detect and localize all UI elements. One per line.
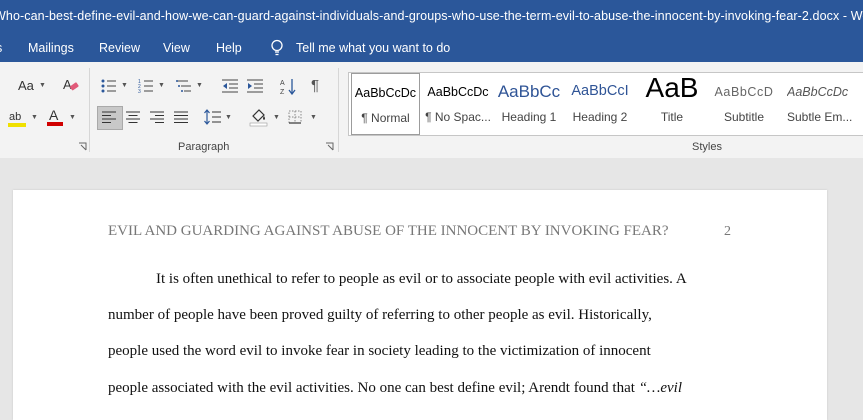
numbering-icon[interactable]: 1 2 3 xyxy=(138,78,154,94)
shading-icon[interactable] xyxy=(249,107,269,127)
multilevel-list-icon[interactable] xyxy=(176,78,192,94)
chevron-down-icon[interactable]: ▼ xyxy=(196,82,203,89)
lightbulb-icon xyxy=(271,39,283,56)
align-center-icon[interactable] xyxy=(126,111,140,123)
menu-bar: s Mailings Review View Help Tell me what… xyxy=(0,34,863,62)
page-number: 2 xyxy=(724,224,731,239)
style-heading-1[interactable]: AaBbCc Heading 1 xyxy=(497,73,561,135)
title-bar: Who-can-best-define-evil-and-how-we-can-… xyxy=(0,0,863,34)
sort-icon[interactable]: A Z xyxy=(280,77,296,95)
paragraph-line[interactable]: people used the word evil to invoke fear… xyxy=(108,343,651,360)
group-separator xyxy=(89,68,90,152)
align-right-icon[interactable] xyxy=(150,111,164,123)
running-header[interactable]: EVIL AND GUARDING AGAINST ABUSE OF THE I… xyxy=(108,223,669,240)
chevron-down-icon[interactable]: ▼ xyxy=(310,114,317,121)
style-label: Title xyxy=(660,110,684,124)
paragraph-line[interactable]: people associated with the evil activiti… xyxy=(108,380,682,397)
style-preview: AaBbCcI xyxy=(571,83,629,99)
paragraph-line[interactable]: It is often unethical to refer to people… xyxy=(156,271,687,288)
svg-text:Z: Z xyxy=(280,89,285,95)
decrease-indent-icon[interactable] xyxy=(221,78,239,94)
window-title: Who-can-best-define-evil-and-how-we-can-… xyxy=(0,9,863,23)
svg-text:A: A xyxy=(280,80,285,87)
chevron-down-icon[interactable]: ▼ xyxy=(225,114,232,121)
tab-mailings[interactable]: Mailings xyxy=(28,41,74,55)
svg-text:ab: ab xyxy=(9,111,21,123)
chevron-down-icon[interactable]: ▼ xyxy=(158,82,165,89)
chevron-down-icon[interactable]: ▼ xyxy=(39,82,46,89)
quotation-text: “…evil xyxy=(638,380,683,396)
chevron-down-icon[interactable]: ▼ xyxy=(121,82,128,89)
chevron-down-icon[interactable]: ▼ xyxy=(31,114,38,121)
bullets-icon[interactable] xyxy=(101,78,117,94)
style-label: Heading 2 xyxy=(572,110,628,124)
styles-gallery: AaBbCcDc ¶ Normal AaBbCcDc ¶ No Spac... … xyxy=(348,72,863,136)
style-preview: AaBbCcDc xyxy=(787,85,849,99)
dialog-launcher-icon[interactable] xyxy=(78,142,87,151)
increase-indent-icon[interactable] xyxy=(246,78,264,94)
style-preview: AaBbCcDc xyxy=(354,86,417,100)
style-preview: AaB xyxy=(645,73,699,103)
style-label: Heading 1 xyxy=(501,110,557,124)
style-label: Subtitle xyxy=(723,110,765,124)
paragraph-text: people associated with the evil activiti… xyxy=(108,380,635,396)
justify-icon[interactable] xyxy=(174,111,188,123)
style-title[interactable]: AaB Title xyxy=(637,73,707,135)
svg-text:3: 3 xyxy=(138,89,141,94)
style-normal[interactable]: AaBbCcDc ¶ Normal xyxy=(351,73,420,135)
style-label: Subtle Em... xyxy=(787,110,853,124)
document-page[interactable]: EVIL AND GUARDING AGAINST ABUSE OF THE I… xyxy=(13,190,827,420)
style-label: ¶ Normal xyxy=(361,111,410,125)
group-separator xyxy=(338,68,339,152)
line-spacing-icon[interactable] xyxy=(204,108,222,126)
borders-icon[interactable] xyxy=(288,110,302,124)
font-color-icon[interactable]: A xyxy=(46,107,64,127)
menu-tab-partial[interactable]: s xyxy=(0,41,2,55)
svg-text:A: A xyxy=(49,107,59,123)
align-left-icon xyxy=(102,111,116,123)
chevron-down-icon[interactable]: ▼ xyxy=(69,114,76,121)
style-preview: AaBbCcD xyxy=(714,85,774,99)
tell-me-search[interactable]: Tell me what you want to do xyxy=(296,41,450,55)
show-formatting-marks-icon[interactable]: ¶ xyxy=(311,78,319,94)
style-label: ¶ No Spac... xyxy=(425,110,491,124)
style-subtitle[interactable]: AaBbCcD Subtitle xyxy=(711,73,777,135)
style-preview: AaBbCcDc xyxy=(427,85,489,99)
dialog-launcher-icon[interactable] xyxy=(325,142,334,151)
style-subtle-emphasis[interactable]: AaBbCcDc Subtle Em... xyxy=(783,73,863,135)
tab-view[interactable]: View xyxy=(163,41,190,55)
tab-help[interactable]: Help xyxy=(216,41,242,55)
clear-formatting-icon[interactable]: A xyxy=(62,76,80,94)
ribbon: Aa ▼ A ab ▼ A ▼ ▼ 1 2 3 ▼ ▼ A Z ¶ ▼ ▼ ▼ … xyxy=(0,62,863,159)
styles-group-label: Styles xyxy=(692,141,722,153)
chevron-down-icon[interactable]: ▼ xyxy=(273,114,280,121)
tab-review[interactable]: Review xyxy=(99,41,140,55)
svg-text:A: A xyxy=(63,77,72,92)
paragraph-group-label: Paragraph xyxy=(178,141,230,153)
style-heading-2[interactable]: AaBbCcI Heading 2 xyxy=(568,73,632,135)
style-preview: AaBbCc xyxy=(497,82,561,101)
style-no-spacing[interactable]: AaBbCcDc ¶ No Spac... xyxy=(423,73,493,135)
highlight-color-icon[interactable]: ab xyxy=(8,108,28,128)
change-case-button[interactable]: Aa xyxy=(18,78,34,94)
paragraph-line[interactable]: number of people have been proved guilty… xyxy=(108,307,652,324)
